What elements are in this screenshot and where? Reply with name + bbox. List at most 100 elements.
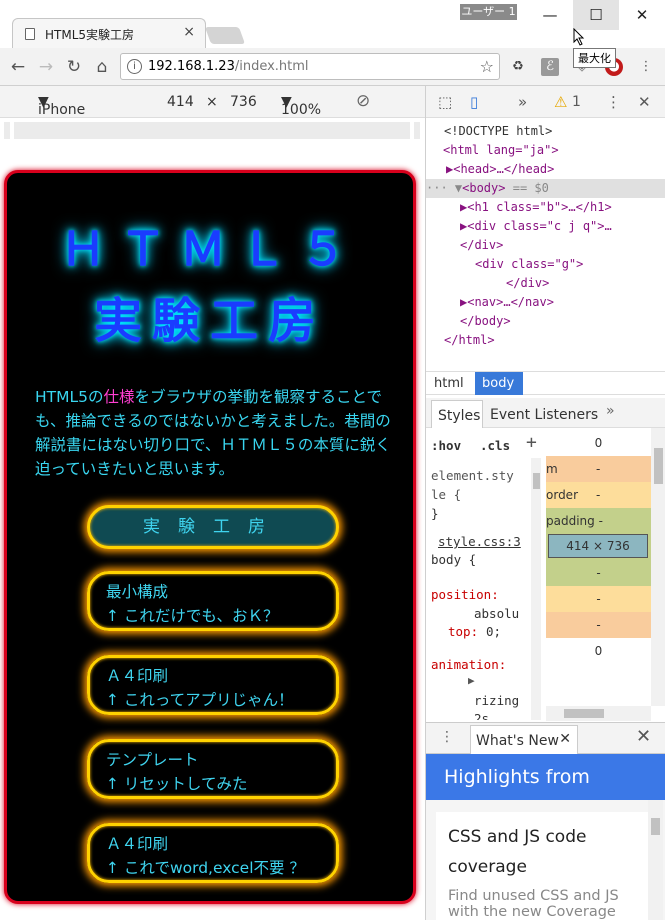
val-animation-2[interactable]: 2s <box>474 709 489 720</box>
scroll-thumb[interactable] <box>654 448 663 484</box>
hov-toggle[interactable]: :hov <box>431 436 461 455</box>
tab-event-listeners[interactable]: Event Listeners <box>490 407 598 423</box>
dom-body-close[interactable]: </body> <box>460 312 665 331</box>
scroll-thumb[interactable] <box>533 473 540 489</box>
nav-item-title: 最小構成 <box>106 583 169 601</box>
reload-button[interactable]: ↻ <box>62 55 86 79</box>
device-select[interactable]: iPhone 6 Plus ▼ <box>38 94 85 134</box>
width-input[interactable]: 414 <box>167 94 194 110</box>
nav-item-subtitle: ↑ リセットしてみた <box>106 775 248 793</box>
recycle-extension-icon[interactable]: ♻ <box>509 58 527 76</box>
mouse-cursor-icon <box>573 28 585 46</box>
emulated-page: ＨＴＭＬ５ 実験工房 HTML5の仕様をブラウザの挙動を観察することでも、推論で… <box>4 170 416 904</box>
page-title-line1: ＨＴＭＬ５ <box>60 222 360 276</box>
scroll-thumb[interactable] <box>651 818 660 835</box>
prop-position[interactable]: position: <box>431 585 499 604</box>
styles-scrollbar[interactable] <box>531 458 541 720</box>
url-text: 192.168.1.23/index.html <box>148 59 309 74</box>
dom-div-cjq[interactable]: ▶<div class="c j q">… <box>460 217 665 236</box>
nav-item-a4-print[interactable]: Ａ４印刷 ↑ これってアプリじゃん！ <box>87 655 339 715</box>
device-mode-icon[interactable]: ▯ <box>470 93 478 111</box>
user-badge[interactable]: ユーザー 1 <box>460 4 517 20</box>
dom-html[interactable]: <html lang="ja"> <box>443 141 665 160</box>
title-bar: HTML5実験工房 × ユーザー 1 — ☐ ✕ 最大化 <box>0 0 665 68</box>
bookmark-star-icon[interactable]: ☆ <box>480 54 494 79</box>
close-whats-new-icon[interactable]: ✕ <box>559 731 571 747</box>
drawer-menu-icon[interactable]: ⋮ <box>440 729 454 745</box>
warning-count: 1 <box>572 94 581 110</box>
nav-item-minimal[interactable]: 最小構成 ↑ これだけでも、おＫ？ <box>87 571 339 631</box>
box-border-bottom: - <box>546 586 651 612</box>
info-icon[interactable]: i <box>127 59 142 74</box>
tab-whats-new[interactable]: What's New ✕ <box>470 725 578 755</box>
add-rule-icon[interactable]: + <box>526 433 537 452</box>
nav-item-template[interactable]: テンプレート ↑ リセットしてみた <box>87 739 339 799</box>
val-top[interactable]: 0; <box>486 622 501 641</box>
val-position[interactable]: absolu <box>474 604 519 623</box>
breadcrumb-body[interactable]: body <box>475 372 523 395</box>
devtools-close-icon[interactable]: ✕ <box>638 93 651 111</box>
dom-div-g-close[interactable]: </div> <box>506 274 665 293</box>
dom-div-close[interactable]: </div> <box>460 236 665 255</box>
back-button[interactable]: ← <box>6 55 30 79</box>
coverage-card[interactable]: CSS and JS code coverage Find unused CSS… <box>436 812 658 920</box>
more-sidebar-tabs[interactable]: » <box>606 403 615 419</box>
coverage-description: Find unused CSS and JS with the new Cove… <box>448 888 619 920</box>
box-margin: m- <box>546 456 651 482</box>
warning-icon[interactable]: ⚠ <box>554 93 567 111</box>
breadcrumb-html[interactable]: html <box>434 376 464 391</box>
dom-h1[interactable]: ▶<h1 class="b">…</h1> <box>460 198 665 217</box>
close-window-button[interactable]: ✕ <box>619 0 665 30</box>
whats-new-content: CSS and JS code coverage Find unused CSS… <box>426 800 665 920</box>
val-animation-1[interactable]: rizing <box>474 691 519 710</box>
tab-close-icon[interactable]: × <box>183 24 195 40</box>
dom-doctype[interactable]: <!DOCTYPE html> <box>444 122 665 141</box>
menu-kebab-icon[interactable]: ⋮ <box>637 58 655 76</box>
address-bar[interactable]: i 192.168.1.23/index.html ☆ <box>120 53 500 80</box>
box-content[interactable]: 414 × 736 <box>548 534 648 558</box>
edit-extension-icon[interactable]: ℰ <box>541 58 559 76</box>
styles-pane: :hov .cls + element.sty le { } style.css… <box>426 428 546 720</box>
more-tabs-icon[interactable]: » <box>518 93 527 111</box>
zoom-select[interactable]: 100% ▼ <box>281 94 321 118</box>
cls-toggle[interactable]: .cls <box>480 436 510 455</box>
media-query-ruler <box>0 118 425 166</box>
rotate-icon[interactable]: ⊘ <box>356 91 370 111</box>
home-button[interactable]: ⌂ <box>90 55 114 79</box>
devtools-panel: ⬚ ▯ » ⚠ 1 ⋮ ✕ <!DOCTYPE html> <html lang… <box>425 86 665 920</box>
nav-item-title: Ａ４印刷 <box>106 667 169 685</box>
ruler-bar <box>14 122 410 139</box>
maximize-tooltip: 最大化 <box>573 48 616 68</box>
style-source-link[interactable]: style.css:3 <box>438 532 521 551</box>
expand-icon[interactable]: ▶ <box>468 671 475 690</box>
nav-item-subtitle: ↑ これってアプリじゃん！ <box>106 691 294 709</box>
minimize-button[interactable]: — <box>527 0 573 30</box>
nav-item-a4-print-2[interactable]: Ａ４印刷 ↑ これでword,excel不要 ？ <box>87 823 339 883</box>
device-toolbar: iPhone 6 Plus ▼ 414 × 736 100% ▼ ⊘ <box>0 86 425 134</box>
devtools-menu-icon[interactable]: ⋮ <box>606 93 621 111</box>
scroll-thumb[interactable] <box>564 709 604 718</box>
box-padding: padding - <box>546 508 651 534</box>
inspect-element-icon[interactable]: ⬚ <box>438 93 452 111</box>
dom-div-g[interactable]: <div class="g"> <box>475 255 665 274</box>
prop-top[interactable]: top: <box>448 622 478 641</box>
box-padding-bottom: - <box>546 560 651 586</box>
box-margin-bottom: - <box>546 612 651 638</box>
new-tab-button[interactable] <box>204 27 246 44</box>
maximize-button[interactable]: ☐ <box>573 0 619 30</box>
pane-scrollbar[interactable] <box>651 428 665 706</box>
dom-body-selected[interactable]: ··· ▼<body> == $0 <box>426 179 665 198</box>
drawer-close-icon[interactable]: ✕ <box>636 726 651 747</box>
browser-tab[interactable]: HTML5実験工房 × <box>12 18 206 48</box>
dom-head[interactable]: ▶<head>…</head> <box>446 160 665 179</box>
drawer-scrollbar[interactable] <box>648 800 663 920</box>
dom-html-close[interactable]: </html> <box>444 331 665 350</box>
pane-hscrollbar[interactable] <box>546 706 651 721</box>
dom-nav[interactable]: ▶<nav>…</nav> <box>460 293 665 312</box>
page-inner: ＨＴＭＬ５ 実験工房 HTML5の仕様をブラウザの挙動を観察することでも、推論で… <box>7 173 413 901</box>
lab-button[interactable]: 実験工房 <box>87 505 339 549</box>
breadcrumb: html body <box>426 371 665 395</box>
forward-button[interactable]: → <box>34 55 58 79</box>
tab-styles[interactable]: Styles <box>431 400 483 428</box>
height-input[interactable]: 736 <box>230 94 257 110</box>
